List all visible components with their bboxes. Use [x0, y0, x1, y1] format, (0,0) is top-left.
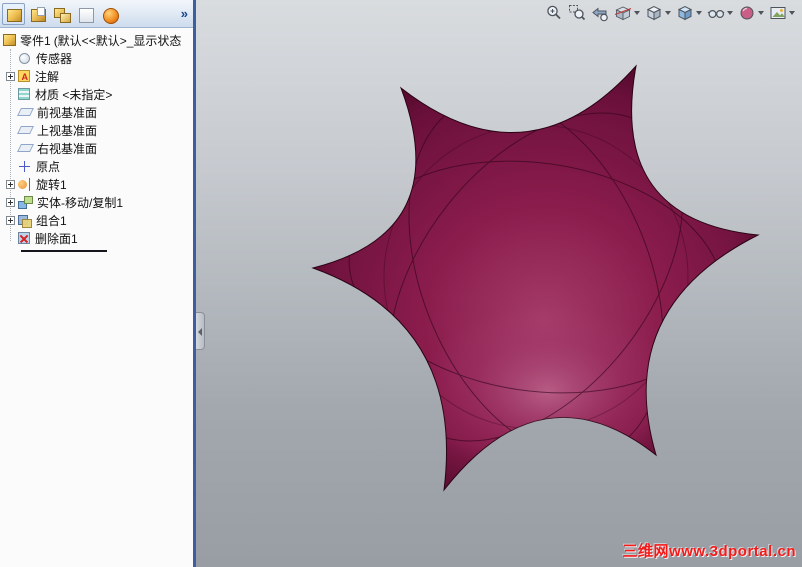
tree-item-combine1[interactable]: 组合1 [0, 211, 193, 229]
sensors-icon [19, 52, 30, 64]
tree-item-label: 注解 [35, 69, 60, 84]
part-icon [3, 34, 16, 46]
rollback-bar[interactable] [21, 250, 107, 252]
panel-toolbar: » [0, 0, 193, 28]
panel-toolbar-buttons [2, 2, 122, 25]
revolve1-icon [18, 177, 32, 191]
tree-item-front-plane[interactable]: 前视基准面 [0, 103, 193, 121]
zoom-area-icon[interactable] [567, 3, 587, 23]
expand-plus-icon[interactable] [6, 215, 15, 225]
move-copy1-icon [18, 195, 33, 209]
hud-toolbar [544, 3, 796, 23]
hide-show-icon[interactable] [706, 3, 734, 23]
tree-item-annotations[interactable]: 注解 [0, 67, 193, 85]
tree-item-label: 材质 <未指定> [35, 87, 113, 102]
tree-item-material[interactable]: 材质 <未指定> [0, 85, 193, 103]
expand-plus-icon[interactable] [6, 179, 15, 189]
solidworks-resources-icon[interactable] [98, 3, 121, 25]
dropdown-caret-icon[interactable] [634, 11, 640, 15]
tree-root-label: 零件1 [20, 33, 51, 48]
drawing-document-icon[interactable] [74, 3, 97, 25]
annotations-icon [18, 70, 30, 83]
solidworks-window: » 零件1 (默认<<默认>_显示状态 传感器注解材质 <未指定> 前视基准面上视… [0, 0, 802, 567]
feature-tree-items: 传感器注解材质 <未指定> 前视基准面上视基准面右视基准面原点旋转1 实体-移动/复… [0, 49, 193, 247]
dropdown-caret-icon[interactable] [758, 11, 764, 15]
tree-root-item[interactable]: 零件1 (默认<<默认>_显示状态 [0, 31, 193, 49]
tree-item-label: 实体-移动/复制1 [37, 195, 124, 210]
toolbar-overflow-chevron[interactable]: » [181, 6, 188, 21]
tree-root-config-suffix: (默认<<默认>_显示状态 [53, 33, 182, 48]
top-plane-icon [17, 126, 34, 134]
graphics-viewport[interactable]: 三维网www.3dportal.cn [196, 0, 802, 567]
feature-tree: 零件1 (默认<<默认>_显示状态 传感器注解材质 <未指定> 前视基准面上视基准… [0, 28, 193, 567]
tree-item-delete-face1[interactable]: 删除面1 [0, 229, 193, 247]
tree-item-label: 原点 [36, 159, 61, 174]
part-document-icon[interactable] [2, 2, 25, 25]
tree-item-label: 上视基准面 [37, 123, 98, 138]
view-orientation-icon[interactable] [644, 3, 672, 23]
dropdown-caret-icon[interactable] [665, 11, 671, 15]
expand-plus-icon[interactable] [6, 71, 15, 81]
front-plane-icon [17, 108, 34, 116]
open-document-icon[interactable] [26, 3, 49, 25]
material-icon [18, 88, 30, 100]
tree-item-label: 前视基准面 [37, 105, 98, 120]
appearance-icon[interactable] [737, 3, 765, 23]
scene-icon[interactable] [768, 3, 796, 23]
expand-plus-icon[interactable] [6, 197, 15, 207]
tree-item-revolve1[interactable]: 旋转1 [0, 175, 193, 193]
dropdown-caret-icon[interactable] [727, 11, 733, 15]
tree-item-label: 传感器 [36, 51, 73, 66]
model-surface[interactable] [196, 0, 802, 567]
tree-item-label: 删除面1 [35, 231, 78, 246]
combine1-icon [18, 214, 32, 228]
tree-item-top-plane[interactable]: 上视基准面 [0, 121, 193, 139]
tree-item-sensors[interactable]: 传感器 [0, 49, 193, 67]
tree-item-right-plane[interactable]: 右视基准面 [0, 139, 193, 157]
tree-item-origin[interactable]: 原点 [0, 157, 193, 175]
previous-view-icon[interactable] [590, 3, 610, 23]
watermark-text: 三维网www.3dportal.cn [622, 543, 796, 560]
right-plane-icon [17, 144, 34, 152]
tree-item-label: 组合1 [36, 213, 67, 228]
panel-collapse-tab[interactable] [196, 312, 205, 350]
tree-item-label: 右视基准面 [37, 141, 98, 156]
feature-manager-panel: » 零件1 (默认<<默认>_显示状态 传感器注解材质 <未指定> 前视基准面上视… [0, 0, 193, 567]
dropdown-caret-icon[interactable] [696, 11, 702, 15]
section-view-icon[interactable] [613, 3, 641, 23]
delete-face1-icon [18, 232, 30, 244]
assembly-document-icon[interactable] [50, 3, 73, 25]
zoom-in-out-icon[interactable] [544, 3, 564, 23]
tree-item-label: 旋转1 [36, 177, 67, 192]
origin-icon [18, 159, 31, 173]
display-style-icon[interactable] [675, 3, 703, 23]
dropdown-caret-icon[interactable] [789, 11, 795, 15]
tree-item-move-copy1[interactable]: 实体-移动/复制1 [0, 193, 193, 211]
